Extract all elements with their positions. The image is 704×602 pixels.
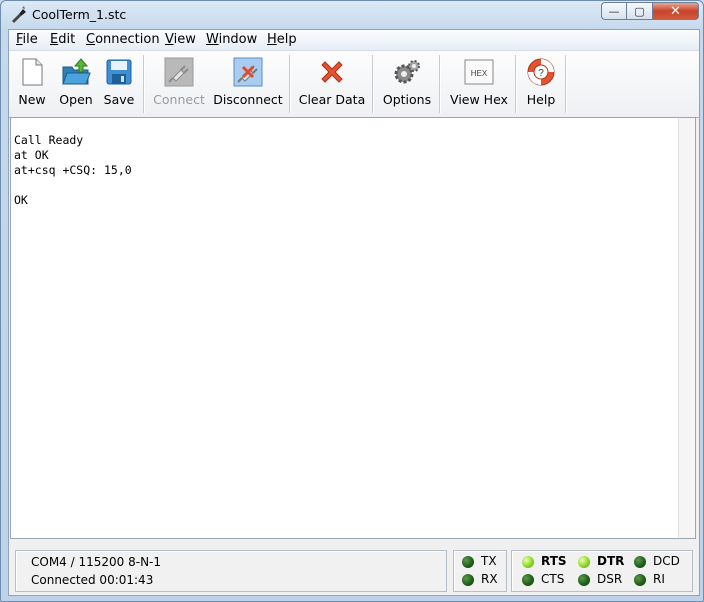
clear-data-label: Clear Data <box>298 92 366 107</box>
save-disk-icon <box>106 59 132 85</box>
open-folder-icon <box>62 58 91 85</box>
save-label: Save <box>103 92 135 107</box>
dtr-label: DTR <box>597 554 625 568</box>
terminal-output[interactable]: Call Ready at OK at+csq +CSQ: 15,0 OK <box>10 117 696 539</box>
minimize-icon: — <box>608 4 620 18</box>
cts-label: CTS <box>541 572 565 586</box>
connection-timer: Connected 00:01:43 <box>31 573 154 587</box>
new-button[interactable]: New <box>12 51 52 117</box>
menu-file-label: ile <box>22 32 38 47</box>
toolbar-separator <box>439 55 441 113</box>
maximize-icon: ▢ <box>634 4 645 18</box>
close-button[interactable]: ✕ <box>653 2 699 20</box>
disconnect-plug-icon <box>233 57 263 87</box>
menu-view-mnemonic: V <box>165 32 174 47</box>
minimize-button[interactable]: — <box>601 2 627 20</box>
menu-connection[interactable]: Connection <box>86 32 160 47</box>
save-button[interactable]: Save <box>100 51 138 117</box>
menu-edit-label: dit <box>58 32 76 47</box>
clear-data-button[interactable]: Clear Data <box>296 51 368 117</box>
view-hex-label: View Hex <box>450 92 508 107</box>
toolbar-separator <box>372 55 374 113</box>
line-signals-panel: RTS CTS DTR DSR DCD RI <box>511 550 693 592</box>
options-label: Options <box>382 92 432 107</box>
menu-help-label: elp <box>276 32 297 47</box>
tx-label: TX <box>481 554 497 568</box>
menu-window-label: indow <box>218 32 258 47</box>
open-button[interactable]: Open <box>55 51 97 117</box>
caption-buttons: — ▢ ✕ <box>601 2 699 21</box>
tx-led-icon <box>462 556 474 568</box>
menu-file[interactable]: File <box>16 32 38 47</box>
terminal-line: Call Ready <box>14 133 84 147</box>
open-label: Open <box>59 92 93 107</box>
data-leds-panel: TX RX <box>453 550 507 592</box>
view-hex-button[interactable]: HEX View Hex <box>446 51 512 117</box>
dsr-label: DSR <box>597 572 623 586</box>
menu-view[interactable]: View <box>165 32 196 47</box>
menu-bar: File Edit Connection View Window Help <box>9 30 699 51</box>
rts-led-icon[interactable] <box>522 556 534 568</box>
menu-view-label: iew <box>173 32 196 47</box>
vertical-scrollbar[interactable] <box>678 118 695 538</box>
ri-led-icon <box>634 574 646 586</box>
toolbar-separator <box>143 55 145 113</box>
rx-label: RX <box>481 572 498 586</box>
menu-window[interactable]: Window <box>206 32 257 47</box>
rts-label: RTS <box>541 554 567 568</box>
dtr-led-icon[interactable] <box>578 556 590 568</box>
connect-plug-icon <box>164 57 194 87</box>
maximize-button[interactable]: ▢ <box>627 2 653 20</box>
toolbar-separator <box>515 55 517 113</box>
ri-label: RI <box>653 572 665 586</box>
connection-status-panel: COM4 / 115200 8-N-1 Connected 00:01:43 <box>15 550 447 592</box>
menu-connection-label: onnection <box>95 32 160 47</box>
menu-window-mnemonic: W <box>206 32 219 47</box>
window-title: CoolTerm_1.stc <box>32 7 127 22</box>
terminal-line: OK <box>14 193 28 207</box>
terminal-line: at OK <box>14 148 49 162</box>
help-button[interactable]: ? Help <box>520 51 562 117</box>
menu-help[interactable]: Help <box>267 32 297 47</box>
dcd-label: DCD <box>653 554 680 568</box>
close-icon: ✕ <box>670 3 681 19</box>
clear-x-icon <box>321 61 343 83</box>
toolbar-separator <box>289 55 291 113</box>
dcd-led-icon <box>634 556 646 568</box>
app-window: CoolTerm_1.stc — ▢ ✕ File Edit Connectio… <box>0 0 704 602</box>
connect-button[interactable]: Connect <box>151 51 207 117</box>
client-area: File Edit Connection View Window Help Ne… <box>8 29 700 596</box>
svg-text:?: ? <box>538 68 544 79</box>
coolterm-app-icon <box>12 6 26 23</box>
rx-led-icon <box>462 574 474 586</box>
hex-icon: HEX <box>464 59 494 85</box>
toolbar-separator <box>565 55 567 113</box>
svg-text:HEX: HEX <box>471 69 488 78</box>
help-lifebuoy-icon: ? <box>527 58 555 86</box>
help-label: Help <box>526 92 556 107</box>
menu-edit-mnemonic: E <box>50 32 59 47</box>
gears-icon <box>394 60 420 84</box>
options-button[interactable]: Options <box>379 51 435 117</box>
connect-label: Connect <box>153 92 205 107</box>
new-label: New <box>18 92 46 107</box>
disconnect-label: Disconnect <box>213 92 283 107</box>
toolbar: New Open Save Connect Disconnect Clear D… <box>9 51 699 118</box>
new-document-icon <box>22 58 43 86</box>
port-settings: COM4 / 115200 8-N-1 <box>31 555 162 569</box>
terminal-line: at+csq +CSQ: 15,0 <box>14 163 132 177</box>
menu-connection-mnemonic: C <box>86 32 96 47</box>
menu-edit[interactable]: Edit <box>50 32 75 47</box>
status-bar: COM4 / 115200 8-N-1 Connected 00:01:43 T… <box>9 539 699 595</box>
menu-help-mnemonic: H <box>267 32 277 47</box>
dsr-led-icon <box>578 574 590 586</box>
disconnect-button[interactable]: Disconnect <box>213 51 283 117</box>
cts-led-icon <box>522 574 534 586</box>
title-bar[interactable]: CoolTerm_1.stc — ▢ ✕ <box>1 1 703 29</box>
